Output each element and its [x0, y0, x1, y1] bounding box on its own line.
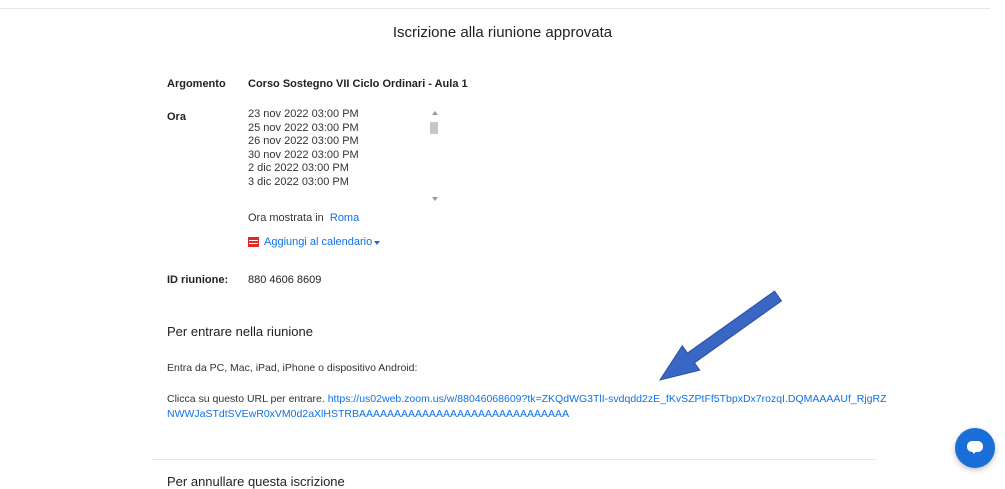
annotation-arrow-icon	[658, 290, 783, 381]
chat-bubble-icon	[967, 441, 983, 454]
chat-button[interactable]	[955, 428, 995, 468]
